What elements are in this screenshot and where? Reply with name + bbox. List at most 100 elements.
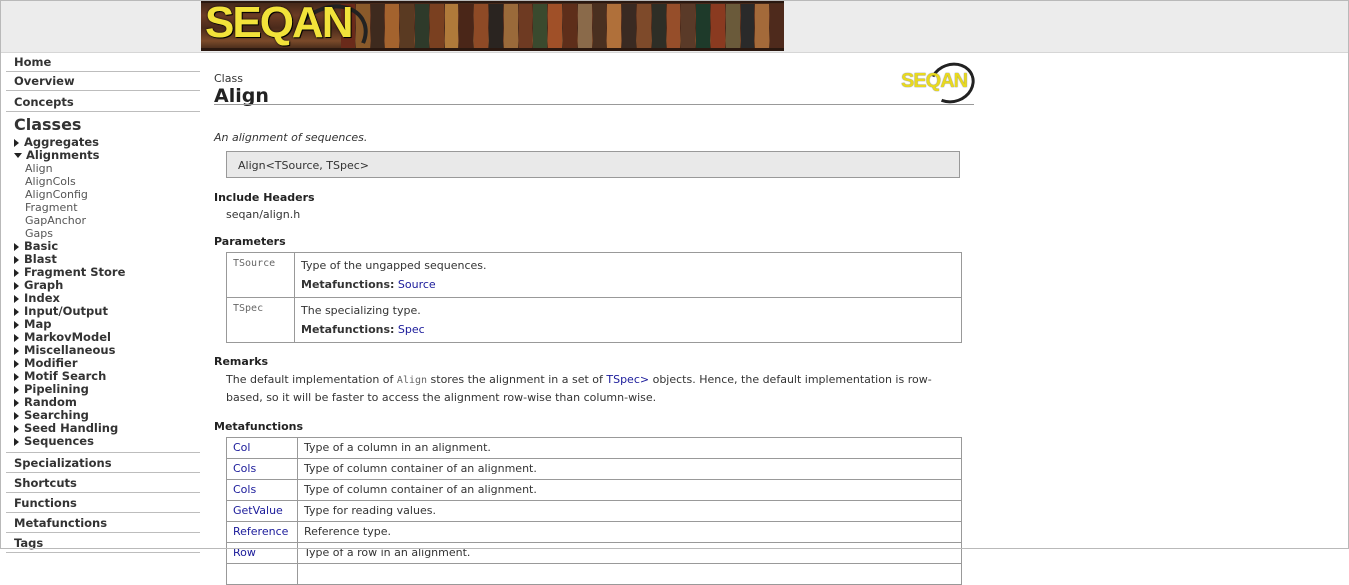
parameter-description-cell: Type of the ungapped sequences. Metafunct… [294, 252, 962, 298]
table-row [226, 563, 962, 585]
metafunction-description: Reference type. [297, 521, 962, 543]
logo-text: SEQAN [901, 70, 968, 92]
sidebar-item-overview[interactable]: Overview [6, 72, 200, 91]
metafunction-name-cell: Cols [226, 479, 298, 501]
parameters-heading: Parameters [214, 235, 286, 248]
metafunction-name-cell [226, 563, 298, 585]
expand-arrow-icon[interactable] [14, 372, 19, 381]
sidebar-item-metafunctions[interactable]: Metafunctions [6, 513, 200, 533]
expand-arrow-icon[interactable] [14, 294, 19, 303]
title-divider [214, 104, 974, 105]
categories-list: Basic Blast Fragment Store Graph Index Input/… [6, 240, 200, 448]
parameters-table: TSource Type of the ungapped sequences. Me… [226, 252, 962, 343]
sidebar-item-tags[interactable]: Tags [6, 533, 200, 553]
metafunction-name-cell: Row [226, 542, 298, 564]
sidebar-item-classes[interactable]: Classes [6, 116, 200, 134]
expand-arrow-icon[interactable] [14, 411, 19, 420]
category-alignments[interactable]: Alignments [6, 149, 200, 162]
expand-arrow-icon[interactable] [14, 268, 19, 277]
parameter-metafunctions: Metafunctions: Source [301, 275, 955, 294]
expand-arrow-icon[interactable] [14, 307, 19, 316]
metafunctions-label: Metafunctions: [301, 278, 395, 291]
metafunction-link[interactable]: Spec [398, 323, 425, 336]
category-label: Alignments [26, 148, 100, 162]
sidebar-class-gapanchor[interactable]: GapAnchor [6, 214, 200, 227]
parameter-description-cell: The specializing type. Metafunctions: Spe… [294, 297, 962, 343]
sidebar-item-functions[interactable]: Functions [6, 493, 200, 513]
parameter-name: TSource [226, 252, 295, 298]
parameter-description: The specializing type. [301, 304, 421, 317]
table-row: Cols Type of column container of an align… [226, 458, 962, 480]
class-description: An alignment of sequences. [214, 131, 368, 144]
include-headers-heading: Include Headers [214, 191, 315, 204]
metafunction-link[interactable]: Source [398, 278, 436, 291]
expand-arrow-icon[interactable] [14, 242, 19, 251]
expand-arrow-icon[interactable] [14, 255, 19, 264]
sidebar-bottom-sections: Specializations Shortcuts Functions Metafun… [6, 453, 200, 553]
expand-arrow-icon[interactable] [14, 437, 19, 446]
category-sequences[interactable]: Sequences [6, 435, 200, 448]
metafunction-link[interactable]: Cols [233, 483, 256, 496]
metafunction-link[interactable]: Row [233, 546, 256, 559]
sidebar-class-fragment[interactable]: Fragment [6, 201, 200, 214]
metafunction-description: Type of a row in an alignment. [297, 542, 962, 564]
metafunction-link[interactable]: Cols [233, 462, 256, 475]
sidebar-classes-section: Classes Aggregates Alignments Align Align… [6, 112, 200, 453]
expand-arrow-icon[interactable] [14, 320, 19, 329]
expand-arrow-icon[interactable] [14, 346, 19, 355]
banner-image: SEQAN [201, 0, 784, 51]
sidebar-top-sections: Home Overview Concepts [6, 53, 200, 112]
parameter-name: TSpec [226, 297, 295, 343]
expand-arrow-icon[interactable] [14, 333, 19, 342]
sidebar-class-align[interactable]: Align [6, 162, 200, 175]
sidebar-nav: Home Overview Concepts Classes Aggregate… [6, 53, 200, 553]
alignments-children: Align AlignCols AlignConfig Fragment GapAnch… [6, 162, 200, 240]
expand-arrow-icon[interactable] [14, 398, 19, 407]
class-signature: Align<TSource, TSpec> [226, 151, 960, 178]
seqan-logo[interactable]: SEQAN [205, 0, 353, 48]
remarks-heading: Remarks [214, 355, 269, 368]
sidebar-class-alignconfig[interactable]: AlignConfig [6, 188, 200, 201]
parameter-row: TSpec The specializing type. Metafunctions… [226, 297, 962, 343]
remarks-part: The default implementation of [226, 373, 397, 386]
expand-arrow-icon[interactable] [14, 281, 19, 290]
metafunction-description: Type of column container of an alignment… [297, 479, 962, 501]
remarks-part: stores the alignment in a set of [427, 373, 607, 386]
seqan-small-logo: SEQAN [901, 56, 981, 110]
remarks-text: The default implementation of Align stor… [214, 371, 962, 406]
metafunction-description [297, 563, 962, 585]
metafunction-link[interactable]: Reference [233, 525, 288, 538]
sidebar-item-shortcuts[interactable]: Shortcuts [6, 473, 200, 493]
metafunction-description: Type of a column in an alignment. [297, 437, 962, 459]
sidebar-item-specializations[interactable]: Specializations [6, 453, 200, 473]
expand-arrow-icon[interactable] [14, 385, 19, 394]
parameter-description: Type of the ungapped sequences. [301, 259, 487, 272]
parameter-row: TSource Type of the ungapped sequences. Me… [226, 252, 962, 298]
table-row: Reference Reference type. [226, 521, 962, 543]
class-doc-content: Class Align SEQAN An alignment of sequen… [214, 56, 981, 585]
expand-arrow-icon[interactable] [14, 138, 19, 147]
include-header-value: seqan/align.h [226, 208, 301, 221]
remarks-link[interactable]: TSpec> [606, 373, 649, 386]
table-row: Cols Type of column container of an align… [226, 479, 962, 501]
metafunction-name-cell: Col [226, 437, 298, 459]
metafunction-link[interactable]: Col [233, 441, 250, 454]
parameter-name-text: TSpec [233, 303, 264, 314]
sidebar-class-aligncols[interactable]: AlignCols [6, 175, 200, 188]
table-row: GetValue Type for reading values. [226, 500, 962, 522]
page-title: Align [214, 85, 269, 107]
collapse-arrow-icon[interactable] [14, 153, 22, 158]
expand-arrow-icon[interactable] [14, 424, 19, 433]
entity-kind: Class [214, 72, 243, 85]
metafunction-name-cell: Cols [226, 458, 298, 480]
metafunction-name-cell: GetValue [226, 500, 298, 522]
metafunction-name-cell: Reference [226, 521, 298, 543]
shelf-line [201, 48, 784, 51]
metafunctions-label: Metafunctions: [301, 323, 395, 336]
sidebar-item-home[interactable]: Home [6, 53, 200, 72]
metafunction-link[interactable]: GetValue [233, 504, 283, 517]
expand-arrow-icon[interactable] [14, 359, 19, 368]
sidebar-item-concepts[interactable]: Concepts [6, 91, 200, 112]
parameter-name-text: TSource [233, 258, 276, 269]
metafunction-description: Type of column container of an alignment… [297, 458, 962, 480]
